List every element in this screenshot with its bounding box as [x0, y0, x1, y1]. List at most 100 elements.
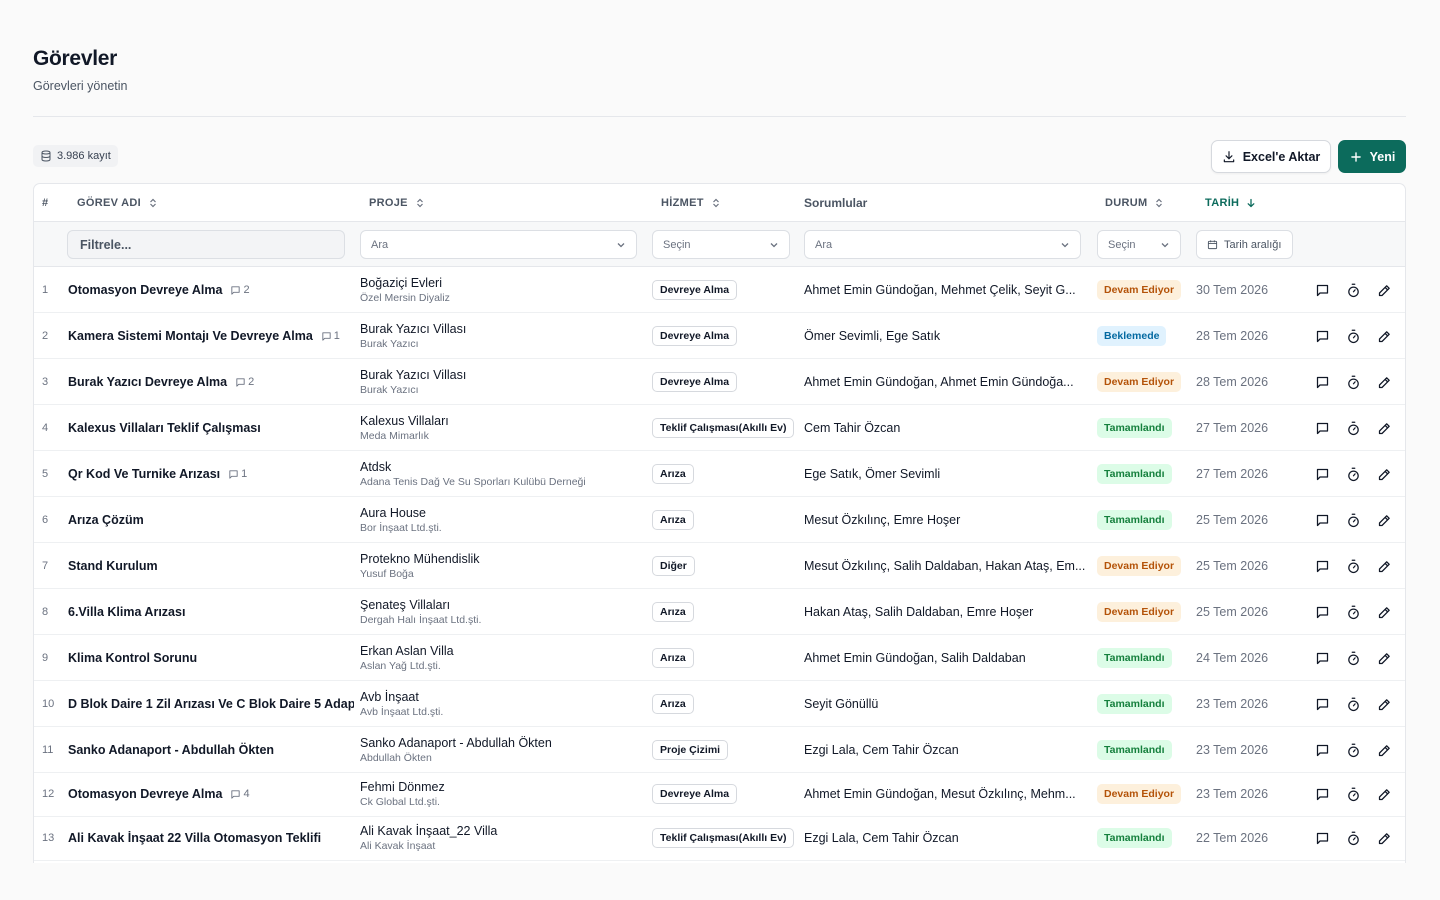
responsible-names: Ömer Sevimli, Ege Satık	[804, 329, 941, 343]
column-header-service[interactable]: HİZMET	[661, 184, 721, 222]
edit-button[interactable]	[1376, 420, 1392, 436]
date-range-filter[interactable]: Tarih aralığı	[1196, 230, 1293, 259]
column-header-date[interactable]: TARİH	[1205, 184, 1256, 222]
table-row[interactable]: 3 Burak Yazıcı Devreye Alma 2 Burak Yazıcı …	[34, 359, 1405, 405]
task-name[interactable]: 6.Villa Klima Arızası	[68, 589, 354, 635]
table-row[interactable]: 11 Sanko Adanaport - Abdullah Ökten Sanko …	[34, 727, 1405, 773]
edit-button[interactable]	[1376, 466, 1392, 482]
project-cell: Boğaziçi Evleri Özel Mersin Diyaliz	[360, 267, 645, 313]
row-actions	[1314, 497, 1392, 543]
edit-button[interactable]	[1376, 830, 1392, 846]
comments-button[interactable]	[1314, 420, 1330, 436]
new-task-button[interactable]: Yeni	[1338, 140, 1406, 173]
table-row[interactable]: 12 Otomasyon Devreye Alma 4 Fehmi Dönmez Ck …	[34, 771, 1405, 817]
comments-button[interactable]	[1314, 696, 1330, 712]
task-name[interactable]: Kamera Sistemi Montajı Ve Devreye Alma 1	[68, 313, 354, 359]
timer-button[interactable]	[1345, 558, 1361, 574]
project-name: Erkan Aslan Villa	[360, 643, 454, 658]
table-row[interactable]: 8 6.Villa Klima Arızası Şenateş Villaları D…	[34, 589, 1405, 635]
timer-button[interactable]	[1345, 282, 1361, 298]
task-name[interactable]: Klima Kontrol Sorunu	[68, 635, 354, 681]
edit-button[interactable]	[1376, 786, 1392, 802]
comments-button[interactable]	[1314, 328, 1330, 344]
table-row[interactable]: 4 Kalexus Villaları Teklif Çalışması Kalex…	[34, 405, 1405, 451]
new-task-label: Yeni	[1369, 149, 1396, 164]
edit-button[interactable]	[1376, 282, 1392, 298]
date-cell: 23 Tem 2026	[1196, 697, 1269, 711]
comments-button[interactable]	[1314, 512, 1330, 528]
comments-button[interactable]	[1314, 650, 1330, 666]
timer-button[interactable]	[1345, 650, 1361, 666]
edit-button[interactable]	[1376, 742, 1392, 758]
task-name[interactable]: Ali Kavak İnşaat 22 Villa Otomasyon Tekl…	[68, 815, 354, 861]
timer-button[interactable]	[1345, 696, 1361, 712]
table-row[interactable]: 7 Stand Kurulum Protekno Mühendislik Yusuf …	[34, 543, 1405, 589]
edit-button[interactable]	[1376, 558, 1392, 574]
table-row[interactable]: 5 Qr Kod Ve Turnike Arızası 1 Atdsk Adana Te…	[34, 451, 1405, 497]
edit-button[interactable]	[1376, 512, 1392, 528]
comments-button[interactable]	[1314, 830, 1330, 846]
comments-button[interactable]	[1314, 786, 1330, 802]
task-name[interactable]: Otomasyon Devreye Alma 2	[68, 267, 354, 313]
date-cell: 25 Tem 2026	[1196, 559, 1269, 573]
message-square-icon	[1316, 698, 1328, 710]
task-name[interactable]: Kalexus Villaları Teklif Çalışması	[68, 405, 354, 451]
pencil-icon	[1378, 832, 1390, 844]
project-filter-select[interactable]: Ara	[360, 230, 637, 259]
status-filter-select[interactable]: Seçin	[1097, 230, 1181, 259]
service-filter-select[interactable]: Seçin	[652, 230, 790, 259]
edit-button[interactable]	[1376, 328, 1392, 344]
task-name[interactable]: Arıza Çözüm	[68, 497, 354, 543]
row-actions	[1314, 405, 1392, 451]
task-filter-input[interactable]: Filtrele...	[67, 230, 345, 259]
responsible-filter-select[interactable]: Ara	[804, 230, 1081, 259]
table-row[interactable]: 6 Arıza Çözüm Aura House Bor İnşaat Ltd.şti…	[34, 497, 1405, 543]
timer-button[interactable]	[1345, 512, 1361, 528]
task-name[interactable]: Stand Kurulum	[68, 543, 354, 589]
timer-button[interactable]	[1345, 742, 1361, 758]
comments-button[interactable]	[1314, 466, 1330, 482]
status-badge: Devam Ediyor	[1097, 556, 1182, 576]
edit-button[interactable]	[1376, 604, 1392, 620]
timer-button[interactable]	[1345, 420, 1361, 436]
project-cell: Protekno Mühendislik Yusuf Boğa	[360, 543, 645, 589]
comments-button[interactable]	[1314, 558, 1330, 574]
project-cell: Fehmi Dönmez Ck Global Ltd.şti.	[360, 771, 645, 817]
status-cell: Tamamlandı	[1097, 405, 1172, 451]
task-name[interactable]: Burak Yazıcı Devreye Alma 2	[68, 359, 354, 405]
task-name[interactable]: D Blok Daire 1 Zil Arızası Ve C Blok Dai…	[68, 681, 354, 727]
column-header-task[interactable]: GÖREV ADI	[77, 184, 158, 222]
status-badge: Tamamlandı	[1097, 740, 1172, 760]
table-row[interactable]: 9 Klima Kontrol Sorunu Erkan Aslan Villa As…	[34, 635, 1405, 681]
task-name[interactable]: Qr Kod Ve Turnike Arızası 1	[68, 451, 354, 497]
timer-button[interactable]	[1345, 604, 1361, 620]
table-row[interactable]: 2 Kamera Sistemi Montajı Ve Devreye Alma 1…	[34, 313, 1405, 359]
column-header-project[interactable]: PROJE	[369, 184, 425, 222]
edit-button[interactable]	[1376, 696, 1392, 712]
edit-button[interactable]	[1376, 650, 1392, 666]
task-name[interactable]: Sanko Adanaport - Abdullah Ökten	[68, 727, 354, 773]
timer-icon	[1347, 651, 1359, 665]
timer-button[interactable]	[1345, 466, 1361, 482]
service-badge: Devreye Alma	[652, 326, 738, 346]
table-row[interactable]: 1 Otomasyon Devreye Alma 2 Boğaziçi Evleri Ö…	[34, 267, 1405, 313]
status-cell: Tamamlandı	[1097, 681, 1172, 727]
comments-button[interactable]	[1314, 282, 1330, 298]
table-row[interactable]: 10 D Blok Daire 1 Zil Arızası Ve C Blok D…	[34, 681, 1405, 727]
timer-button[interactable]	[1345, 374, 1361, 390]
excel-export-button[interactable]: Excel'e Aktar	[1211, 140, 1331, 173]
timer-button[interactable]	[1345, 830, 1361, 846]
pencil-icon	[1378, 652, 1390, 664]
comments-button[interactable]	[1314, 742, 1330, 758]
date-cell: 25 Tem 2026	[1196, 513, 1269, 527]
column-header-status[interactable]: DURUM	[1105, 184, 1164, 222]
task-name[interactable]: Otomasyon Devreye Alma 4	[68, 771, 354, 817]
timer-button[interactable]	[1345, 786, 1361, 802]
table-row[interactable]: 13 Ali Kavak İnşaat 22 Villa Otomasyon Te…	[34, 815, 1405, 861]
date-cell: 28 Tem 2026	[1196, 375, 1269, 389]
comments-button[interactable]	[1314, 374, 1330, 390]
message-square-icon	[1316, 468, 1328, 480]
comments-button[interactable]	[1314, 604, 1330, 620]
edit-button[interactable]	[1376, 374, 1392, 390]
timer-button[interactable]	[1345, 328, 1361, 344]
